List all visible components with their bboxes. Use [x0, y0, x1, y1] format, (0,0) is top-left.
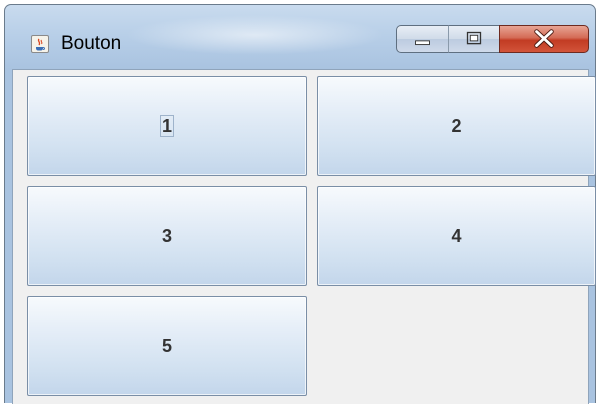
close-button[interactable] — [499, 25, 589, 53]
content-pane: 1 2 3 4 5 — [12, 69, 596, 404]
button-4-label: 4 — [451, 226, 462, 246]
button-2-label: 2 — [451, 116, 462, 136]
button-4[interactable]: 4 — [317, 186, 596, 286]
maximize-button[interactable] — [448, 25, 500, 53]
button-1-label: 1 — [159, 115, 175, 137]
button-5[interactable]: 5 — [27, 296, 307, 396]
button-2[interactable]: 2 — [317, 76, 596, 176]
button-1[interactable]: 1 — [27, 76, 307, 176]
title-bar-background-blur — [125, 15, 385, 55]
window-title: Bouton — [61, 33, 122, 54]
app-window: Bouton 1 2 3 4 5 — [4, 4, 596, 404]
button-5-label: 5 — [161, 336, 172, 356]
button-3[interactable]: 3 — [27, 186, 307, 286]
minimize-icon — [415, 40, 430, 46]
java-cup-icon[interactable] — [31, 35, 49, 53]
minimize-button[interactable] — [396, 25, 449, 53]
close-icon — [534, 29, 554, 48]
title-bar[interactable]: Bouton — [5, 5, 595, 69]
maximize-icon — [466, 31, 482, 45]
button-3-label: 3 — [161, 226, 172, 246]
